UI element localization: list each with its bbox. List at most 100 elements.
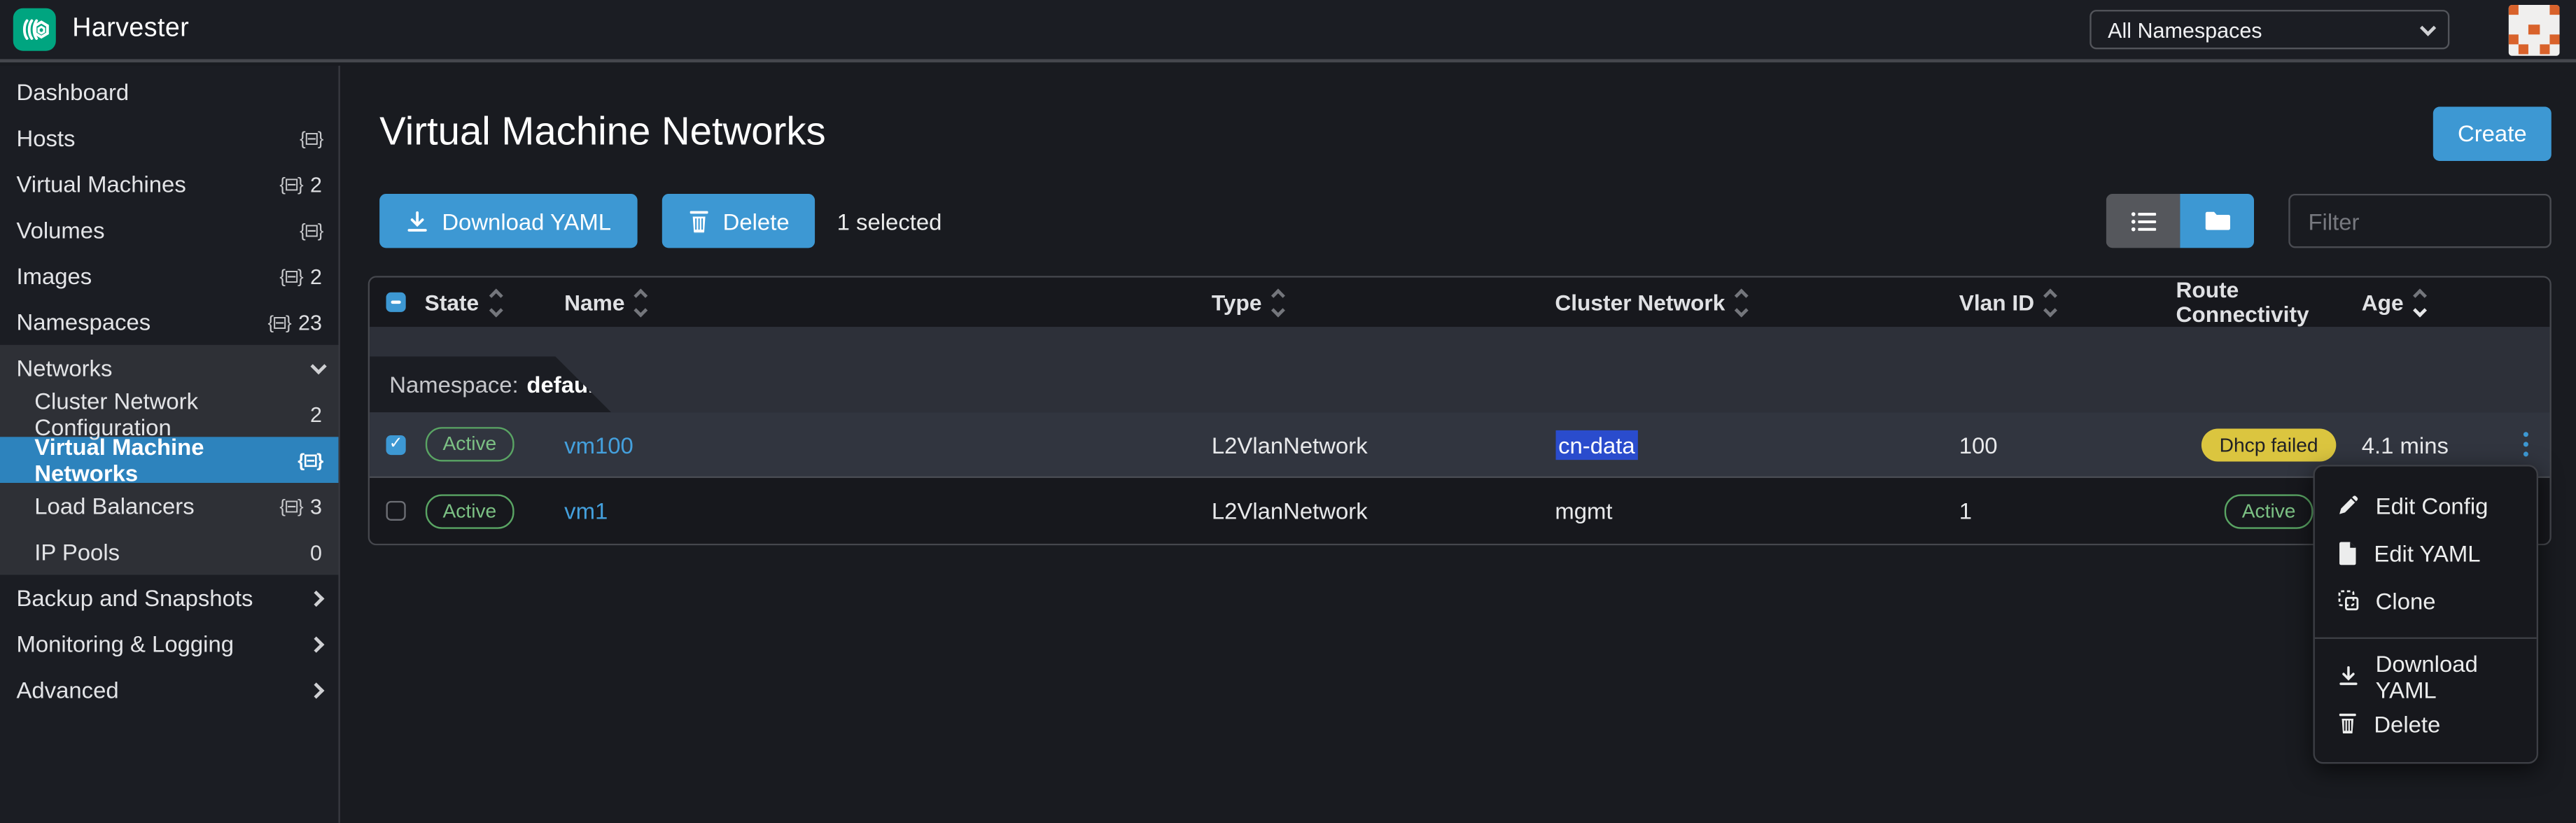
- download-icon: [2338, 666, 2360, 687]
- sort-icon: [636, 290, 646, 314]
- sidebar-item-virtual-machine-networks[interactable]: Virtual Machine Networks {⊟}: [0, 437, 338, 483]
- namespaced-icon: {⊟}: [300, 219, 322, 241]
- namespaced-icon: {⊟}: [279, 174, 302, 195]
- brand-name: Harvester: [72, 15, 189, 44]
- harvester-app: Harvester All Namespaces Dashboard Hosts…: [0, 0, 2576, 823]
- top-bar: Harvester All Namespaces: [0, 0, 2576, 62]
- networks-group: Networks Cluster Network Configuration 2…: [0, 345, 338, 575]
- cluster-network-cell: cn-data: [1555, 430, 1638, 459]
- grouped-view-button[interactable]: [2180, 194, 2254, 248]
- chevron-down-icon: [310, 358, 326, 374]
- network-name-link[interactable]: vm100: [564, 431, 634, 458]
- namespaced-icon: {⊟}: [300, 127, 322, 149]
- row-checkbox[interactable]: ✓: [386, 435, 406, 454]
- age-cell: 4.1 mins: [2362, 431, 2449, 458]
- chevron-right-icon: [308, 682, 324, 698]
- sidebar-item-load-balancers[interactable]: Load Balancers {⊟}3: [0, 483, 338, 529]
- type-cell: L2VlanNetwork: [1212, 498, 1555, 524]
- item-count: 2: [310, 402, 322, 426]
- page-title: Virtual Machine Networks: [379, 110, 826, 156]
- file-icon: [2338, 541, 2358, 564]
- vlan-id-cell: 1: [1959, 498, 2176, 524]
- list-view-icon: [2130, 209, 2157, 232]
- sidebar-item-virtual-machines[interactable]: Virtual Machines {⊟}2: [0, 161, 338, 207]
- sidebar-item-images[interactable]: Images {⊟}2: [0, 253, 338, 299]
- list-view-button[interactable]: [2106, 194, 2180, 248]
- column-header-age[interactable]: Age: [2362, 290, 2550, 314]
- sort-icon: [2046, 290, 2056, 314]
- sort-icon: [1737, 290, 1746, 314]
- clone-icon: [2338, 590, 2360, 612]
- sidebar-group-advanced[interactable]: Advanced: [0, 667, 338, 713]
- sidebar-item-ip-pools[interactable]: IP Pools 0: [0, 529, 338, 575]
- sidebar-group-networks[interactable]: Networks: [0, 345, 338, 391]
- namespaced-icon: {⊟}: [298, 449, 322, 471]
- namespace-select-value: All Namespaces: [2108, 17, 2262, 42]
- select-all-checkbox[interactable]: [386, 293, 406, 312]
- create-button[interactable]: Create: [2433, 106, 2552, 160]
- menu-item-delete[interactable]: Delete: [2315, 700, 2537, 747]
- download-icon: [406, 209, 429, 232]
- item-count: 3: [310, 493, 322, 518]
- state-badge: Active: [425, 427, 514, 461]
- type-cell: L2VlanNetwork: [1212, 431, 1555, 458]
- column-header-vlan-id[interactable]: Vlan ID: [1959, 290, 2176, 314]
- selected-count: 1 selected: [837, 208, 942, 234]
- column-header-route-connectivity[interactable]: Route Connectivity: [2176, 278, 2362, 327]
- chevron-down-icon: [2420, 19, 2436, 35]
- namespace-group-row: Namespace: default: [370, 327, 2549, 412]
- main-content: Virtual Machine Networks Create Download…: [342, 66, 2576, 823]
- namespace-select[interactable]: All Namespaces: [2090, 10, 2449, 49]
- item-count: 2: [310, 171, 322, 196]
- network-name-link[interactable]: vm1: [564, 498, 608, 524]
- item-count: 0: [310, 540, 322, 564]
- sidebar-item-hosts[interactable]: Hosts {⊟}: [0, 115, 338, 161]
- sort-icon: [491, 290, 500, 314]
- harvester-logo-icon[interactable]: [13, 8, 56, 51]
- folder-icon: [2204, 210, 2230, 232]
- table-row-vm1[interactable]: Active vm1 L2VlanNetwork mgmt 1 Active: [370, 478, 2549, 544]
- networks-table: State Name Type Cluster Network Vlan ID: [368, 276, 2552, 545]
- column-header-cluster-network[interactable]: Cluster Network: [1555, 290, 1959, 314]
- row-checkbox[interactable]: [386, 501, 406, 521]
- download-yaml-button[interactable]: Download YAML: [379, 194, 637, 248]
- table-row-vm100[interactable]: ✓ Active vm100 L2VlanNetwork cn-data 100…: [370, 412, 2549, 478]
- table-header-row: State Name Type Cluster Network Vlan ID: [370, 278, 2549, 327]
- item-count: 2: [310, 264, 322, 288]
- namespaced-icon: {⊟}: [279, 495, 302, 517]
- state-badge: Active: [425, 493, 514, 528]
- sidebar-item-dashboard[interactable]: Dashboard: [0, 69, 338, 115]
- row-actions-kebab-icon[interactable]: [2524, 432, 2528, 456]
- sidebar-group-backup-and-snapshots[interactable]: Backup and Snapshots: [0, 575, 338, 621]
- menu-item-download-yaml[interactable]: Download YAML: [2315, 652, 2537, 700]
- menu-divider: [2315, 638, 2537, 639]
- sort-icon: [1273, 290, 1283, 314]
- column-header-state[interactable]: State: [425, 290, 564, 314]
- filter-input[interactable]: [2288, 194, 2552, 248]
- menu-item-edit-config[interactable]: Edit Config: [2315, 481, 2537, 529]
- namespace-group-tab: Namespace: default: [370, 356, 611, 412]
- group-value: default: [526, 371, 602, 398]
- toolbar: Download YAML Delete 1 selected: [368, 194, 2552, 248]
- sidebar-item-namespaces[interactable]: Namespaces {⊟}23: [0, 299, 338, 345]
- row-actions-menu: Edit Config Edit YAML Clone: [2313, 465, 2538, 764]
- route-connectivity-badge: Dhcp failed: [2202, 428, 2337, 460]
- trash-icon: [2338, 713, 2358, 735]
- chevron-right-icon: [308, 635, 324, 652]
- sidebar-item-cluster-network-configuration[interactable]: Cluster Network Configuration 2: [0, 391, 338, 437]
- sidebar-item-volumes[interactable]: Volumes {⊟}: [0, 207, 338, 253]
- chevron-right-icon: [308, 590, 324, 606]
- pencil-icon: [2338, 494, 2360, 516]
- column-header-type[interactable]: Type: [1212, 290, 1555, 314]
- view-mode-toggle: [2106, 194, 2254, 248]
- column-header-name[interactable]: Name: [564, 290, 1212, 314]
- user-avatar[interactable]: [2509, 4, 2560, 55]
- menu-item-clone[interactable]: Clone: [2315, 577, 2537, 624]
- namespaced-icon: {⊟}: [267, 311, 290, 333]
- menu-item-edit-yaml[interactable]: Edit YAML: [2315, 529, 2537, 577]
- sort-icon: [2415, 290, 2425, 314]
- trash-icon: [688, 209, 710, 232]
- delete-button[interactable]: Delete: [662, 194, 816, 248]
- route-connectivity-badge: Active: [2224, 493, 2314, 528]
- sidebar-group-monitoring-logging[interactable]: Monitoring & Logging: [0, 621, 338, 667]
